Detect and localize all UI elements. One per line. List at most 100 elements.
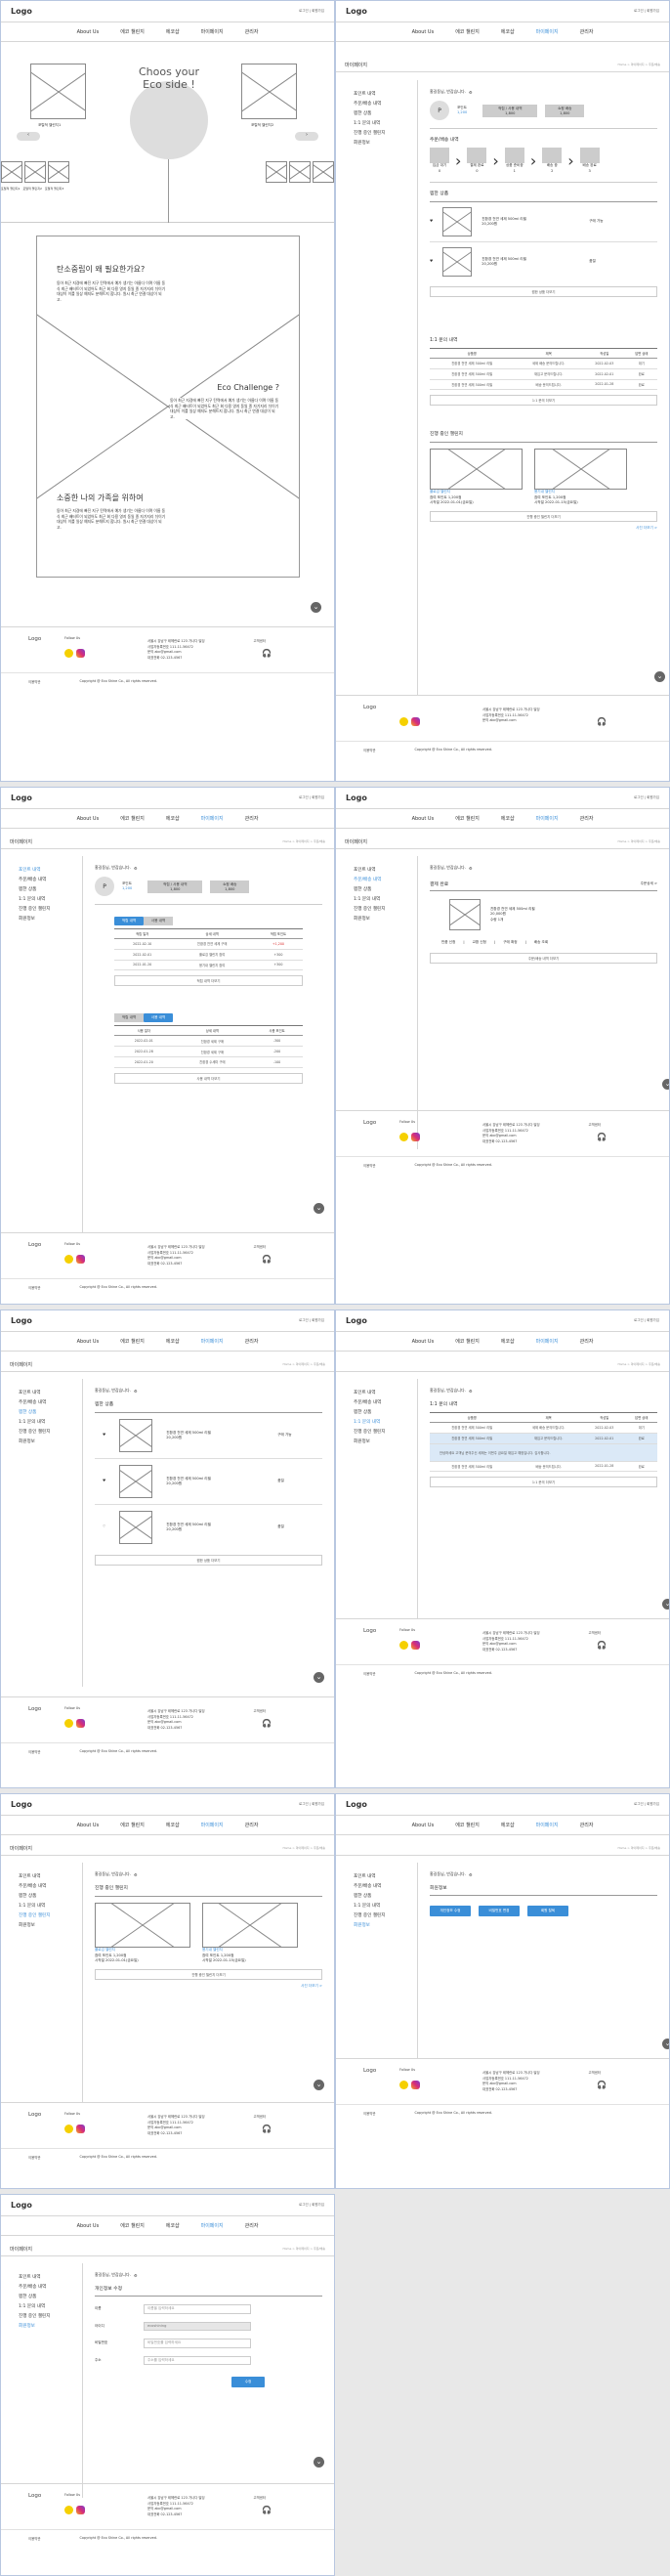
nav-admin[interactable]: 관리자 (580, 28, 594, 35)
sidebar-item-challenges[interactable]: 진행 중인 챌린지 (19, 905, 82, 915)
sidebar-item-orders[interactable]: 주문/배송 내역 (354, 1398, 417, 1408)
challenge-photo-link[interactable]: 사진 더보기 > (430, 526, 657, 532)
qna-more-button[interactable]: 1:1 문의 더보기 (430, 395, 657, 407)
challenge-more-button[interactable]: 진행 중인 챌린지 더보기 (95, 1968, 322, 1980)
headset-icon[interactable]: 🎧 (597, 2081, 607, 2089)
address-input[interactable]: 주소를 입력하세요 (144, 2355, 251, 2365)
terms-link[interactable]: 이용약관 (28, 1285, 40, 1290)
nav-mypage[interactable]: 마이페이지 (201, 815, 224, 822)
kakao-icon[interactable] (64, 2125, 73, 2133)
logo[interactable]: Logo (346, 794, 367, 802)
auth-links[interactable]: 로그인 | 회원가입 (299, 1802, 324, 1807)
sidebar-item-wishlist[interactable]: 찜한 상품 (354, 1408, 417, 1418)
terms-link[interactable]: 이용약관 (28, 2155, 40, 2160)
thumb[interactable] (1, 161, 22, 183)
nav-shop[interactable]: 에코샵 (166, 1338, 180, 1345)
nav-about[interactable]: About Us (77, 2223, 100, 2229)
sidebar-item-points[interactable]: 포인트 내역 (354, 866, 417, 876)
nav-challenge[interactable]: 에코 챌린지 (120, 1338, 145, 1345)
sidebar-item-challenges[interactable]: 진행 중인 챌린지 (354, 129, 417, 139)
heart-icon[interactable]: ♥ (430, 259, 433, 265)
headset-icon[interactable]: 🎧 (262, 1255, 272, 1264)
instagram-icon[interactable] (411, 1641, 420, 1650)
nav-shop[interactable]: 에코샵 (501, 815, 515, 822)
nav-about[interactable]: About Us (412, 1823, 435, 1828)
challenge-photo-link[interactable]: 사진 더보기 > (95, 1984, 322, 1990)
nav-about[interactable]: About Us (77, 29, 100, 35)
wish-item[interactable]: ♥ 친환경 천연 세제 500ml 리필 20,200원 품절 (95, 1458, 322, 1504)
nav-admin[interactable]: 관리자 (245, 1822, 259, 1828)
scroll-top-button[interactable]: ⌄ (314, 1203, 324, 1214)
auth-links[interactable]: 로그인 | 회원가입 (299, 2203, 324, 2208)
sidebar-item-wishlist[interactable]: 찜한 상품 (354, 1892, 417, 1902)
table-row[interactable]: 친환경 천연 세제 500ml 리필 재입고 문의드립니다. 2022-02-01 완… (430, 368, 657, 380)
change-password-button[interactable]: 비밀번호 변경 (479, 1906, 520, 1916)
nav-about[interactable]: About Us (412, 29, 435, 35)
logo[interactable]: Logo (11, 1800, 32, 1809)
nav-admin[interactable]: 관리자 (580, 1822, 594, 1828)
sidebar-item-challenges[interactable]: 진행 중인 챌린지 (354, 905, 417, 915)
gear-icon[interactable]: ⚙ (469, 1389, 473, 1394)
kakao-icon[interactable] (399, 1641, 408, 1650)
hero-image-right[interactable] (241, 64, 297, 119)
scroll-top-button[interactable]: ⌄ (662, 1599, 669, 1610)
headset-icon[interactable]: 🎧 (597, 1133, 607, 1141)
thumb[interactable] (266, 161, 287, 183)
terms-link[interactable]: 이용약관 (363, 2111, 375, 2116)
hero-image-left[interactable] (30, 64, 86, 119)
instagram-icon[interactable] (411, 717, 420, 726)
submit-button[interactable]: 수정 (231, 2377, 265, 2387)
challenge-card[interactable]: 플로깅 챌린지 참여 포인트 1,200점 시작일 2022-01-01(금요일) (95, 1903, 190, 1964)
nav-admin[interactable]: 관리자 (245, 815, 259, 822)
prev-button[interactable]: ‹ (17, 132, 40, 141)
kakao-icon[interactable] (399, 2081, 408, 2089)
sidebar-item-orders[interactable]: 주문/배송 내역 (19, 2283, 82, 2293)
nav-challenge[interactable]: 에코 챌린지 (455, 815, 480, 822)
ship-box[interactable]: 쇼핑 배송 1,800 (210, 880, 250, 893)
coupon-box[interactable]: 적립 / 사용 내역 1,800 (147, 880, 203, 893)
nav-admin[interactable]: 관리자 (245, 2222, 259, 2229)
thumb[interactable] (24, 161, 46, 183)
nav-about[interactable]: About Us (77, 816, 100, 822)
nav-about[interactable]: About Us (412, 1339, 435, 1345)
sidebar-item-orders[interactable]: 주문/배송 내역 (354, 876, 417, 885)
nav-challenge[interactable]: 에코 챌린지 (455, 1338, 480, 1345)
sidebar-item-qna[interactable]: 1:1 문의 내역 (354, 895, 417, 905)
logo[interactable]: Logo (346, 1800, 367, 1809)
nav-admin[interactable]: 관리자 (580, 815, 594, 822)
nav-mypage[interactable]: 마이페이지 (536, 1822, 559, 1828)
challenge-card[interactable]: 용기내 챌린지 참여 포인트 1,200점 시작일 2022-01-15(금요일) (202, 1903, 298, 1964)
terms-link[interactable]: 이용약관 (28, 679, 40, 684)
password-input[interactable]: 비밀번호를 입력하세요 (144, 2339, 251, 2348)
sidebar-item-wishlist[interactable]: 찜한 상품 (19, 885, 82, 895)
sidebar-item-challenges[interactable]: 진행 중인 챌린지 (19, 1911, 82, 1921)
kakao-icon[interactable] (64, 649, 73, 658)
auth-links[interactable]: 로그인 | 회원가입 (634, 1802, 659, 1807)
nav-challenge[interactable]: 에코 챌린지 (120, 815, 145, 822)
sidebar-item-profile[interactable]: 회원정보 (19, 2322, 82, 2332)
table-row[interactable]: 친환경 천연 세제 500ml 리필 배송 문의드립니다. 2022-01-28 완료 (430, 1461, 657, 1473)
order-detail-link[interactable]: 주문상세 > (641, 881, 657, 887)
sidebar-item-profile[interactable]: 회원정보 (19, 915, 82, 924)
nav-challenge[interactable]: 에코 챌린지 (120, 28, 145, 35)
nav-challenge[interactable]: 에코 챌린지 (120, 1822, 145, 1828)
headset-icon[interactable]: 🎧 (262, 649, 272, 658)
sidebar-item-points[interactable]: 포인트 내역 (354, 1872, 417, 1882)
sidebar-item-wishlist[interactable]: 찜한 상품 (354, 109, 417, 119)
gear-icon[interactable]: ⚙ (134, 1872, 138, 1877)
gear-icon[interactable]: ⚙ (469, 90, 473, 95)
heart-outline-icon[interactable]: ♡ (103, 1524, 105, 1530)
sidebar-item-points[interactable]: 포인트 내역 (354, 1389, 417, 1398)
scroll-top-button[interactable]: ⌄ (314, 2080, 324, 2090)
kakao-icon[interactable] (399, 1133, 408, 1141)
headset-icon[interactable]: 🎧 (262, 2506, 272, 2514)
thumb[interactable] (313, 161, 334, 183)
nav-shop[interactable]: 에코샵 (166, 1822, 180, 1828)
terms-link[interactable]: 이용약관 (28, 2536, 40, 2541)
wish-item[interactable]: ♥ 친환경 천연 세제 500ml 리필 20,200원 구매 가능 (430, 201, 657, 241)
challenge-card[interactable]: 플로깅 챌린지 참여 포인트 1,200점 시작일 2022-01-01(금요일) (430, 449, 523, 506)
nav-mypage[interactable]: 마이페이지 (536, 815, 559, 822)
exchange-button[interactable]: 교환 신청 (473, 940, 486, 946)
nav-about[interactable]: About Us (412, 816, 435, 822)
next-button[interactable]: › (295, 132, 318, 141)
